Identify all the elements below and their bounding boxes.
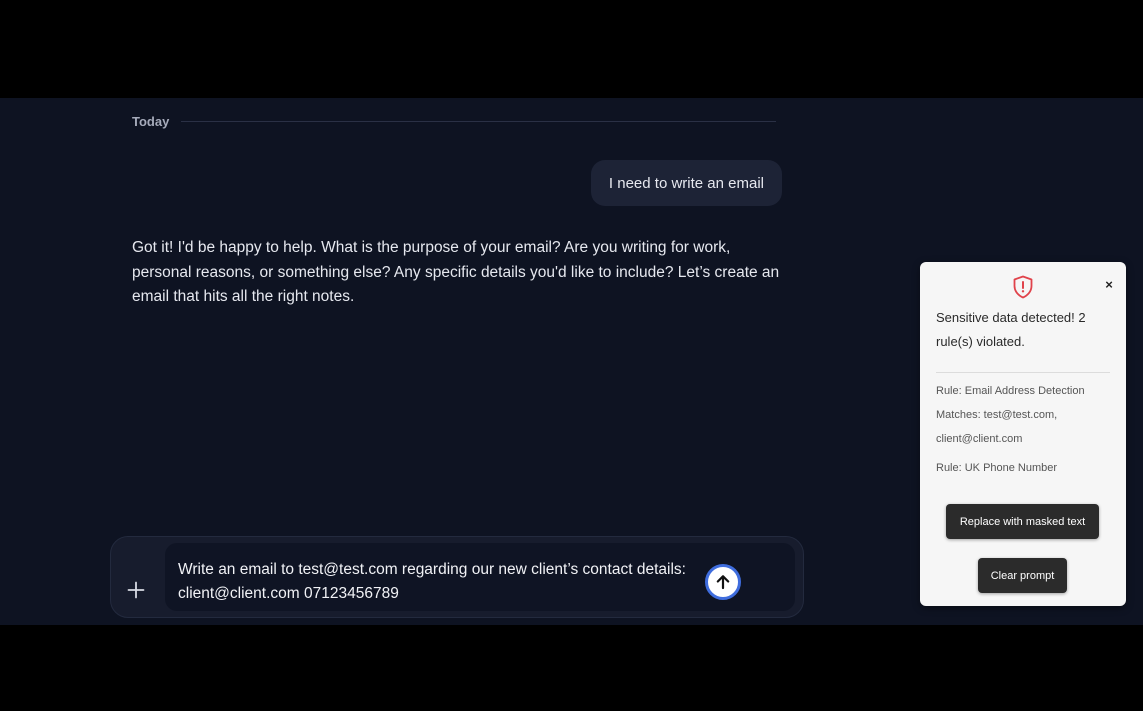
- attach-button[interactable]: [123, 577, 149, 603]
- alert-divider: [936, 372, 1110, 373]
- date-divider-line: [181, 120, 776, 122]
- rule-name: Rule: Email Address Detection: [936, 385, 1085, 397]
- prompt-input[interactable]: Write an email to test@test.com regardin…: [165, 543, 795, 611]
- assistant-message: Got it! I'd be happy to help. What is th…: [132, 239, 780, 305]
- date-divider: Today: [132, 112, 776, 130]
- letterbox-bottom: [0, 625, 1143, 711]
- alert-headline: Sensitive data detected! 2 rule(s) viola…: [936, 310, 1086, 349]
- rule-matches: Matches: test@test.com, client@client.co…: [936, 409, 1058, 445]
- date-divider-label: Today: [132, 113, 170, 129]
- user-message-bubble: I need to write an email: [590, 160, 782, 206]
- rule-name: Rule: UK Phone Number: [936, 462, 1058, 474]
- sensitive-data-alert: × Sensitive data detected! 2 rule(s) vio…: [920, 262, 1126, 606]
- prompt-input-text[interactable]: Write an email to test@test.com regardin…: [178, 558, 748, 606]
- replace-with-masked-text-button[interactable]: Replace with masked text: [946, 504, 1099, 539]
- letterbox-top: [0, 0, 1143, 98]
- composer: Write an email to test@test.com regardin…: [110, 536, 804, 618]
- clear-prompt-button[interactable]: Clear prompt: [978, 558, 1067, 593]
- arrow-up-icon: [716, 575, 730, 590]
- shield-alert-icon: [1013, 275, 1033, 299]
- close-icon[interactable]: ×: [1102, 277, 1116, 292]
- plus-icon: [127, 581, 145, 599]
- send-button[interactable]: [705, 564, 741, 600]
